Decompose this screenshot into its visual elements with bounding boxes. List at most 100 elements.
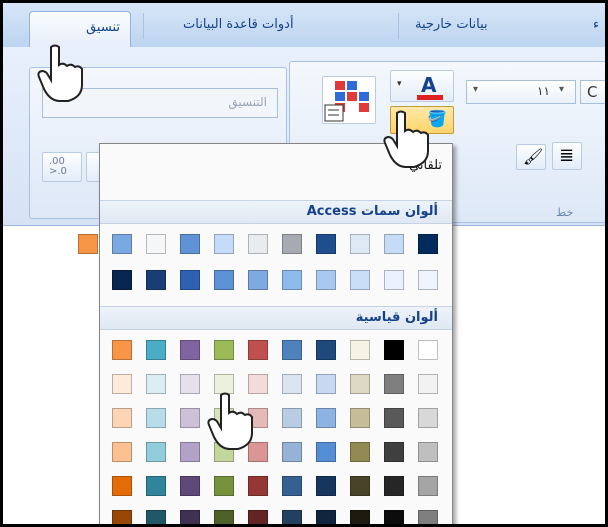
color-swatch[interactable] [418, 270, 438, 290]
color-swatch[interactable] [112, 270, 132, 290]
color-swatch[interactable] [112, 510, 132, 524]
color-swatch[interactable] [350, 340, 370, 360]
font-name-box[interactable]: C [580, 80, 605, 104]
tab-database-tools[interactable]: أدوات قاعدة البيانات [183, 17, 294, 32]
color-swatch[interactable] [384, 442, 404, 462]
color-swatch[interactable] [180, 340, 200, 360]
color-swatch[interactable] [350, 270, 370, 290]
color-swatch[interactable] [418, 408, 438, 428]
color-swatch[interactable] [214, 234, 234, 254]
color-swatch[interactable] [180, 476, 200, 496]
format-painter-icon: 🖌 [523, 147, 544, 166]
color-swatch[interactable] [248, 234, 268, 254]
font-color-button[interactable]: ▾ A [390, 70, 454, 102]
color-swatch[interactable] [146, 340, 166, 360]
color-swatch[interactable] [146, 408, 166, 428]
color-swatch[interactable] [316, 234, 336, 254]
color-swatch[interactable] [214, 510, 234, 524]
tab-external-data[interactable]: بيانات خارجية [415, 17, 488, 32]
font-size-box[interactable]: ▾ ١١ ▾ [466, 80, 576, 104]
color-swatch[interactable] [316, 374, 336, 394]
color-swatch[interactable] [418, 510, 438, 524]
font-name-value: C [587, 83, 598, 101]
color-swatch[interactable] [350, 374, 370, 394]
color-swatch[interactable] [248, 340, 268, 360]
color-swatch[interactable] [384, 234, 404, 254]
color-swatch[interactable] [146, 270, 166, 290]
color-swatch[interactable] [214, 270, 234, 290]
color-swatch[interactable] [384, 374, 404, 394]
color-swatch[interactable] [384, 340, 404, 360]
color-swatch[interactable] [180, 510, 200, 524]
color-swatch[interactable] [316, 442, 336, 462]
color-swatch[interactable] [248, 510, 268, 524]
color-swatch[interactable] [180, 374, 200, 394]
color-swatch[interactable] [180, 270, 200, 290]
color-swatch[interactable] [112, 442, 132, 462]
hand-pointer-icon [207, 392, 253, 450]
format-painter-button[interactable]: 🖌 [516, 144, 546, 170]
tab-partial[interactable]: ء [593, 17, 599, 32]
color-swatch[interactable] [418, 374, 438, 394]
color-swatch[interactable] [350, 476, 370, 496]
color-swatch[interactable] [180, 234, 200, 254]
color-swatch[interactable] [282, 476, 302, 496]
color-swatch[interactable] [248, 476, 268, 496]
color-swatch[interactable] [78, 234, 98, 254]
gridlines-button[interactable] [322, 76, 376, 124]
color-swatch[interactable] [112, 374, 132, 394]
color-swatch[interactable] [282, 270, 302, 290]
font-group-label: خط [556, 206, 574, 219]
color-swatch[interactable] [316, 476, 336, 496]
color-swatch[interactable] [146, 442, 166, 462]
hand-pointer-icon [383, 110, 429, 168]
color-swatch[interactable] [350, 408, 370, 428]
color-swatch[interactable] [350, 510, 370, 524]
color-swatch[interactable] [316, 340, 336, 360]
color-swatch[interactable] [418, 340, 438, 360]
color-swatch[interactable] [180, 442, 200, 462]
color-swatch[interactable] [282, 510, 302, 524]
color-swatch[interactable] [384, 270, 404, 290]
color-swatch[interactable] [282, 374, 302, 394]
color-swatch[interactable] [282, 234, 302, 254]
color-swatch[interactable] [214, 340, 234, 360]
color-swatch[interactable] [248, 270, 268, 290]
color-swatch[interactable] [418, 234, 438, 254]
decimal-icon: .00 >.0 [49, 156, 67, 177]
color-swatch[interactable] [112, 476, 132, 496]
color-swatch[interactable] [112, 340, 132, 360]
color-swatch[interactable] [384, 408, 404, 428]
color-swatch[interactable] [146, 234, 166, 254]
color-swatch[interactable] [112, 408, 132, 428]
color-swatch[interactable] [282, 442, 302, 462]
color-swatch[interactable] [316, 510, 336, 524]
color-swatch[interactable] [112, 234, 132, 254]
color-swatch[interactable] [316, 408, 336, 428]
font-size-value: ١١ [537, 84, 550, 98]
color-swatch[interactable] [282, 408, 302, 428]
dropdown-arrow-icon: ▾ [559, 84, 565, 95]
format-box-placeholder: التنسيق [228, 95, 267, 109]
color-swatch[interactable] [384, 476, 404, 496]
fill-color-dropdown: تلقائي ألوان سمات Access ألوان قياسية [78, 143, 453, 524]
color-swatch[interactable] [214, 476, 234, 496]
tab-divider [143, 13, 144, 39]
color-swatch[interactable] [350, 234, 370, 254]
align-button[interactable]: ≣ [552, 142, 582, 170]
color-swatch[interactable] [146, 374, 166, 394]
color-swatch[interactable] [418, 442, 438, 462]
color-swatch[interactable] [146, 476, 166, 496]
align-icon: ≣ [559, 145, 575, 166]
color-swatch[interactable] [282, 340, 302, 360]
tab-divider [398, 13, 399, 39]
color-swatch[interactable] [350, 442, 370, 462]
theme-colors-header: ألوان سمات Access [100, 200, 452, 224]
color-swatch[interactable] [316, 270, 336, 290]
decrease-decimals-button[interactable]: .00 >.0 [42, 152, 82, 182]
color-swatch[interactable] [146, 510, 166, 524]
color-swatch[interactable] [418, 476, 438, 496]
gridlines-icon [324, 81, 369, 122]
color-swatch[interactable] [384, 510, 404, 524]
color-swatch[interactable] [180, 408, 200, 428]
